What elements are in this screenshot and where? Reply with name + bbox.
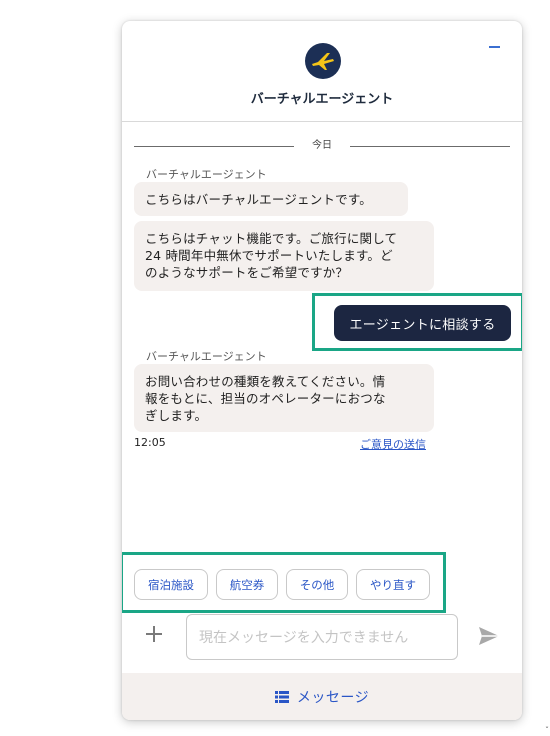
footer-label: メッセージ <box>296 689 370 706</box>
feedback-link[interactable]: ご意見の送信 <box>360 436 426 452</box>
quick-reply-flights[interactable]: 航空券 <box>216 569 278 600</box>
airplane-logo-icon <box>305 43 341 79</box>
message-sender: バーチャルエージェント <box>146 168 267 181</box>
date-divider-label: 今日 <box>308 140 336 151</box>
minimize-icon[interactable] <box>488 39 502 53</box>
list-icon <box>274 690 289 703</box>
message-line: 報をもとに、担当のオペレーターにおつな <box>145 391 386 406</box>
message-line: 24 時間年中無休でサポートいたします。ど <box>145 248 393 263</box>
date-divider: 今日 <box>134 139 510 153</box>
agent-message-bubble: お問い合わせの種類を教えてください。情 報をもとに、担当のオペレーターにおつな … <box>134 364 434 432</box>
agent-message-bubble: こちらはバーチャルエージェントです。 <box>134 182 408 216</box>
message-line: こちらはバーチャルエージェントです。 <box>145 192 372 207</box>
quick-reply-other[interactable]: その他 <box>286 569 348 600</box>
message-line: こちらはチャット機能です。ご旅行に関して <box>145 231 398 246</box>
message-sender: バーチャルエージェント <box>146 350 267 363</box>
send-icon[interactable] <box>478 626 500 646</box>
chat-header: バーチャルエージェント <box>122 21 522 122</box>
chat-widget: バーチャルエージェント 今日 バーチャルエージェント こちらはバーチャルエージェ… <box>122 21 522 720</box>
corner-mark: ˇ <box>545 726 549 735</box>
quick-reply-restart[interactable]: やり直す <box>356 569 430 600</box>
plus-icon[interactable] <box>146 626 162 642</box>
consult-agent-button[interactable]: エージェントに相談する <box>334 305 511 341</box>
quick-reply-accommodation[interactable]: 宿泊施設 <box>134 569 208 600</box>
message-timestamp: 12:05 <box>134 436 166 449</box>
agent-message-bubble: こちらはチャット機能です。ご旅行に関して 24 時間年中無休でサポートいたします… <box>134 221 434 291</box>
message-line: のようなサポートをご希望ですか？ <box>145 265 349 280</box>
messages-footer[interactable]: メッセージ <box>122 673 522 720</box>
chat-title: バーチャルエージェント <box>250 92 394 107</box>
message-input[interactable]: 現在メッセージを入力できません <box>186 614 458 660</box>
message-line: お問い合わせの種類を教えてください。情 <box>145 374 386 389</box>
message-line: ぎします。 <box>145 408 208 423</box>
